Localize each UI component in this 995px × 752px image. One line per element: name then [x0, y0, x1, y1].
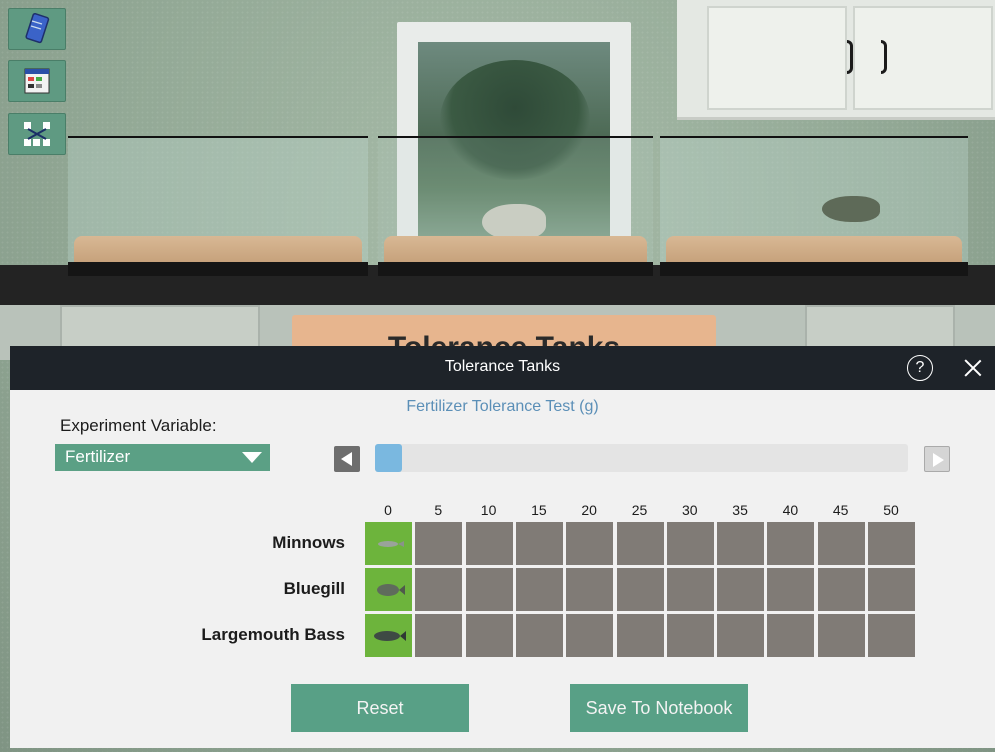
- column-header: 50: [883, 502, 899, 518]
- slider-decrease-button[interactable]: [334, 446, 360, 472]
- grid-cell: [817, 522, 865, 565]
- grid-cell: [465, 522, 513, 565]
- fish-icon: [378, 541, 404, 547]
- fish-icon: [377, 584, 405, 596]
- fish-icon: [374, 631, 406, 641]
- grid-cell: [717, 614, 765, 657]
- bluegill-fish: [482, 204, 546, 240]
- dialog-header: Tolerance Tanks ?: [10, 346, 995, 390]
- data-table-icon: [24, 68, 50, 94]
- experiment-variable-label: Experiment Variable:: [60, 416, 217, 435]
- bass-fish: [822, 196, 880, 222]
- grid-cell: [465, 614, 513, 657]
- grid-cell: [666, 614, 714, 657]
- cabinet-handle: [881, 40, 887, 74]
- dialog-title: Tolerance Tanks: [444, 358, 561, 375]
- grid-cell: [365, 568, 412, 611]
- grid-cell: [666, 568, 714, 611]
- grid-cell: [566, 568, 614, 611]
- tank-bluegill[interactable]: [378, 136, 653, 276]
- grid-cell: [868, 522, 915, 565]
- grid-cell: [666, 522, 714, 565]
- chevron-down-icon: [242, 452, 262, 463]
- row-label: Minnows: [272, 533, 345, 552]
- data-table-button[interactable]: [8, 60, 66, 102]
- notebook-icon: [25, 13, 50, 44]
- reset-button[interactable]: Reset: [291, 684, 469, 732]
- tolerance-tanks-dialog: Tolerance Tanks ? Fertilizer Tolerance T…: [10, 346, 995, 748]
- dropdown-value: Fertilizer: [65, 447, 131, 466]
- amount-slider[interactable]: [375, 444, 908, 472]
- column-header: 5: [434, 502, 443, 518]
- grid-cell: [465, 568, 513, 611]
- slider-increase-button[interactable]: [924, 446, 950, 472]
- tank-minnows[interactable]: [68, 136, 368, 276]
- column-header: 25: [631, 502, 648, 518]
- grid-cell: [767, 568, 815, 611]
- cabinet-handle: [847, 40, 853, 74]
- grid-cell: [415, 522, 463, 565]
- column-header: 20: [581, 502, 597, 518]
- close-icon[interactable]: [960, 355, 986, 381]
- slider-fill: [375, 444, 402, 472]
- column-header: 45: [832, 502, 849, 518]
- food-web-icon: [24, 122, 50, 146]
- grid-cell: [415, 614, 463, 657]
- column-header: 35: [732, 502, 748, 518]
- grid-cell: [365, 614, 412, 657]
- grid-cell: [868, 614, 915, 657]
- save-to-notebook-button[interactable]: Save To Notebook: [570, 684, 748, 732]
- grid-cell: [515, 568, 563, 611]
- grid-cell: [767, 614, 815, 657]
- column-header: 40: [782, 502, 799, 518]
- grid-cell: [616, 568, 664, 611]
- notebook-button[interactable]: [8, 8, 66, 50]
- upper-cabinet: [677, 0, 995, 120]
- column-header: 30: [682, 502, 698, 518]
- grid-cell: [515, 614, 563, 657]
- grid-cell: [515, 522, 563, 565]
- grid-cell: [415, 568, 463, 611]
- grid-cell: [566, 522, 614, 565]
- grid-cell: [566, 614, 614, 657]
- grid-cell: [717, 522, 765, 565]
- row-label: Bluegill: [283, 579, 345, 598]
- grid-cell: [616, 614, 664, 657]
- tank-bass[interactable]: [660, 136, 968, 276]
- grid-cell: [616, 522, 664, 565]
- grid-cell: [767, 522, 815, 565]
- grid-cell: [717, 568, 765, 611]
- grid-cell: [365, 522, 412, 565]
- help-icon[interactable]: ?: [907, 355, 933, 381]
- test-subtitle: Fertilizer Tolerance Test (g): [406, 398, 599, 415]
- food-web-button[interactable]: [8, 113, 66, 155]
- experiment-variable-dropdown[interactable]: Fertilizer: [55, 444, 270, 471]
- column-header: 10: [480, 502, 497, 518]
- column-header: 15: [531, 502, 547, 518]
- column-header: 0: [384, 502, 392, 518]
- row-label: Largemouth Bass: [201, 625, 345, 644]
- grid-cell: [817, 614, 865, 657]
- grid-cell: [817, 568, 865, 611]
- grid-cell: [868, 568, 915, 611]
